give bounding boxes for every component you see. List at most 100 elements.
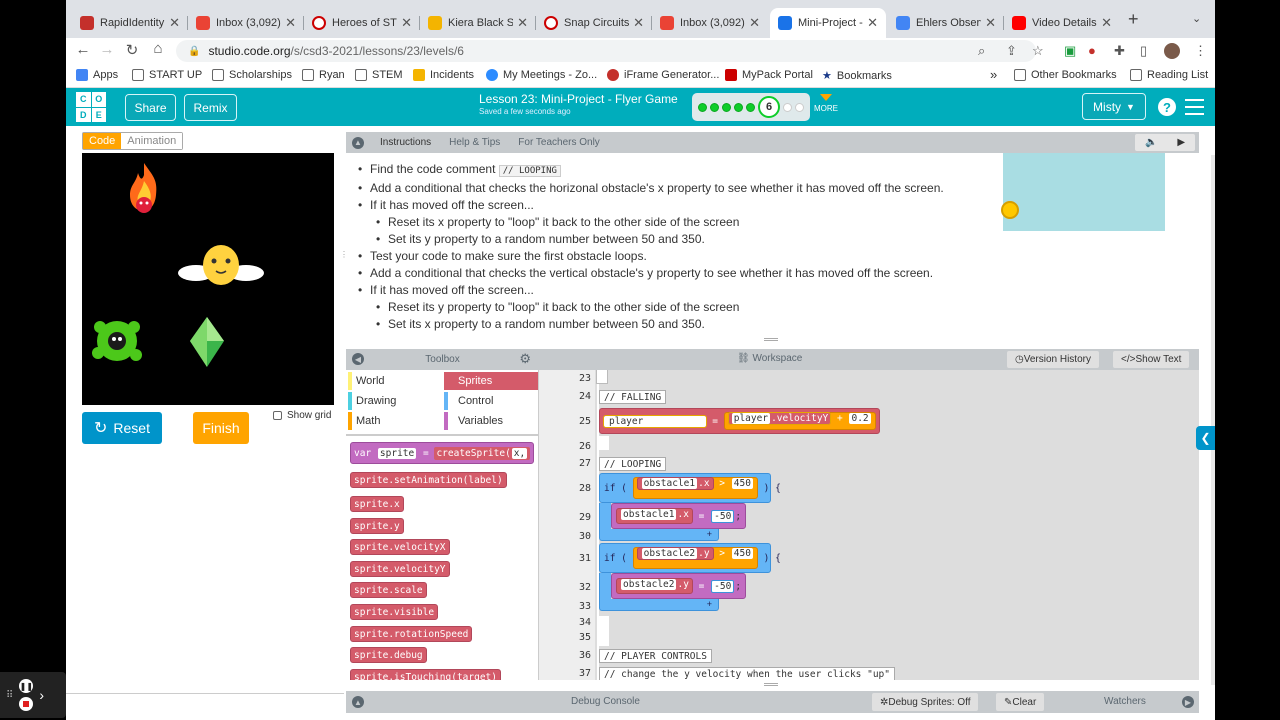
if-block-obstacle1[interactable]: if ( obstacle1 .x > 450 ) { obstacle1 .x =… [599,473,781,541]
tab-heroes[interactable]: Heroes of STE ✕ [304,8,420,38]
if-block-footer[interactable]: + [599,529,719,541]
sprite-debug-block[interactable]: sprite.debug [350,647,427,663]
sprite-velocityy-block[interactable]: sprite.velocityY [350,561,450,577]
level-bubble[interactable] [710,102,719,112]
sprite-x-block[interactable]: sprite.x [350,496,404,512]
collapse-panel-button[interactable]: ❮ [1196,426,1215,450]
forward-icon[interactable]: → [94,41,120,58]
puzzle-icon[interactable]: ✚ [1114,43,1125,59]
sidebar-icon[interactable]: ▯ [1140,43,1147,59]
if-block-obstacle2[interactable]: if ( obstacle2 .y > 450 ) { obstacle2 .y =… [599,543,781,611]
close-icon[interactable]: ✕ [749,15,760,31]
reload-icon[interactable]: ↻ [119,41,145,59]
tab-search-icon[interactable]: ⌄ [1192,12,1201,25]
sprite-visible-block[interactable]: sprite.visible [350,604,439,620]
tab-inbox-2[interactable]: Inbox (3,092) ✕ [652,8,768,38]
back-icon[interactable]: ← [70,41,96,58]
tab-video-details[interactable]: Video Details ✕ [1004,8,1120,38]
tab-kiera[interactable]: Kiera Black ST✕ [420,8,536,38]
bookmark-stem[interactable]: STEM [355,69,403,81]
more-bookmarks-icon[interactable]: » [990,67,997,82]
code-tab[interactable]: Code [83,133,122,149]
clear-button[interactable]: ✎ Clear [996,693,1045,711]
set-animation-block[interactable]: sprite.setAnimation(label) [350,472,507,488]
bookmark-my-meetings[interactable]: My Meetings - Zo... [486,69,597,81]
category-variables[interactable]: Variables [444,412,538,430]
resize-handle-icon[interactable]: ⋮ [340,250,348,259]
level-bubble[interactable] [783,102,792,112]
star-icon[interactable]: ☆ [1032,43,1044,59]
zoom-icon[interactable]: ⌕ [978,43,985,59]
pause-icon[interactable]: ❚❚ [19,679,34,693]
extension-icon-2[interactable]: ● [1088,43,1096,58]
bookmark-other[interactable]: Other Bookmarks [1014,69,1117,81]
help-icon[interactable]: ? [1158,98,1176,116]
bookmark-mypack-portal[interactable]: MyPack Portal [725,69,813,81]
category-control[interactable]: Control [444,392,538,410]
sprite-velocityx-block[interactable]: sprite.velocityX [350,539,450,555]
user-menu[interactable]: Misty ▼ [1082,93,1146,120]
comment-falling[interactable]: // FALLING [599,390,667,404]
current-level-bubble[interactable]: 6 [758,96,780,118]
reset-button[interactable]: ↻ Reset [82,412,162,444]
sprite-scale-block[interactable]: sprite.scale [350,582,427,598]
category-drawing[interactable]: Drawing [348,392,440,410]
debug-sprites-button[interactable]: ✲ Debug Sprites: Off [872,693,979,711]
collapse-instructions-icon[interactable]: ▲ [352,136,364,149]
bookmark-bookmarks[interactable]: ★ Bookmarks [822,69,892,83]
level-bubble[interactable] [734,102,743,112]
bookmark-reading-list[interactable]: Reading List [1130,69,1208,81]
close-icon[interactable]: ✕ [517,15,528,31]
level-bubble[interactable] [722,102,731,112]
gear-icon[interactable]: ⚙ [519,351,531,367]
animation-tab[interactable]: Animation [121,133,183,149]
show-text-button[interactable]: </> Show Text [1113,351,1190,368]
comment-looping[interactable]: // LOOPING [599,457,667,471]
menu-icon[interactable]: ⋮ [1194,43,1207,59]
level-bubble[interactable] [795,102,804,112]
close-icon[interactable]: ✕ [985,15,996,31]
bookmark-ryan[interactable]: Ryan [302,69,345,81]
assign-obstacle2-y-block[interactable]: obstacle2 .y = -50; [611,573,747,599]
code-org-logo[interactable]: CODE [76,92,106,122]
level-bubble[interactable] [746,102,755,112]
expand-debug-icon[interactable]: ▲ [352,696,364,708]
category-world[interactable]: World [348,372,440,390]
sprite-y-block[interactable]: sprite.y [350,518,404,534]
assign-velocity-block[interactable]: player .velocityY = player .velocityY + 0.… [599,408,880,434]
tab-for-teachers[interactable]: For Teachers Only [518,137,600,148]
version-history-button[interactable]: ◷ Version History [1007,351,1099,368]
resize-handle-icon[interactable] [764,338,778,341]
close-icon[interactable]: ✕ [285,15,296,31]
url-field[interactable]: 🔒 studio.code.org/s/csd3-2021/lessons/23… [176,40,1036,62]
close-icon[interactable]: ✕ [401,15,412,31]
resize-handle-icon[interactable] [764,683,778,686]
show-grid-checkbox[interactable]: Show grid [273,410,331,421]
tab-rapididentity[interactable]: RapidIdentity ✕ [72,8,188,38]
workspace-panel[interactable]: 23 24 25 26 27 28 29 30 31 32 33 34 35 3… [539,370,1199,680]
bookmark-incidents[interactable]: Incidents [413,69,474,81]
tab-ehlers[interactable]: Ehlers Observ ✕ [888,8,1004,38]
share-icon[interactable]: ⇪ [1006,43,1017,59]
close-icon[interactable]: ✕ [633,15,644,31]
tab-inbox[interactable]: Inbox (3,092) ✕ [188,8,304,38]
page-scrollbar[interactable] [1211,155,1215,685]
sprite-rotationspeed-block[interactable]: sprite.rotationSpeed [350,626,473,642]
tab-mini-project[interactable]: Mini-Project - ✕ [770,8,886,38]
stop-icon[interactable] [19,697,34,711]
game-stage[interactable] [82,153,334,405]
bookmark-iframe-generator[interactable]: iFrame Generator... [607,69,719,81]
hamburger-menu-icon[interactable] [1185,99,1204,120]
drag-handle-icon[interactable]: ⠿ [6,690,13,701]
create-sprite-block[interactable]: var sprite = createSprite(x, [350,442,535,464]
home-icon[interactable]: ⌂ [145,40,171,57]
share-button[interactable]: Share [125,94,176,121]
tab-help-tips[interactable]: Help & Tips [449,137,500,148]
close-icon[interactable]: ✕ [867,15,878,31]
speaker-icon[interactable]: 🔈 [1145,137,1157,148]
bookmark-start-up[interactable]: START UP [132,69,202,81]
avatar[interactable] [1164,43,1180,59]
lesson-title[interactable]: Lesson 23: Mini-Project - Flyer Game [479,92,678,106]
extension-icon[interactable]: ▣ [1064,43,1076,59]
play-icon[interactable]: ▶ [1177,137,1185,148]
